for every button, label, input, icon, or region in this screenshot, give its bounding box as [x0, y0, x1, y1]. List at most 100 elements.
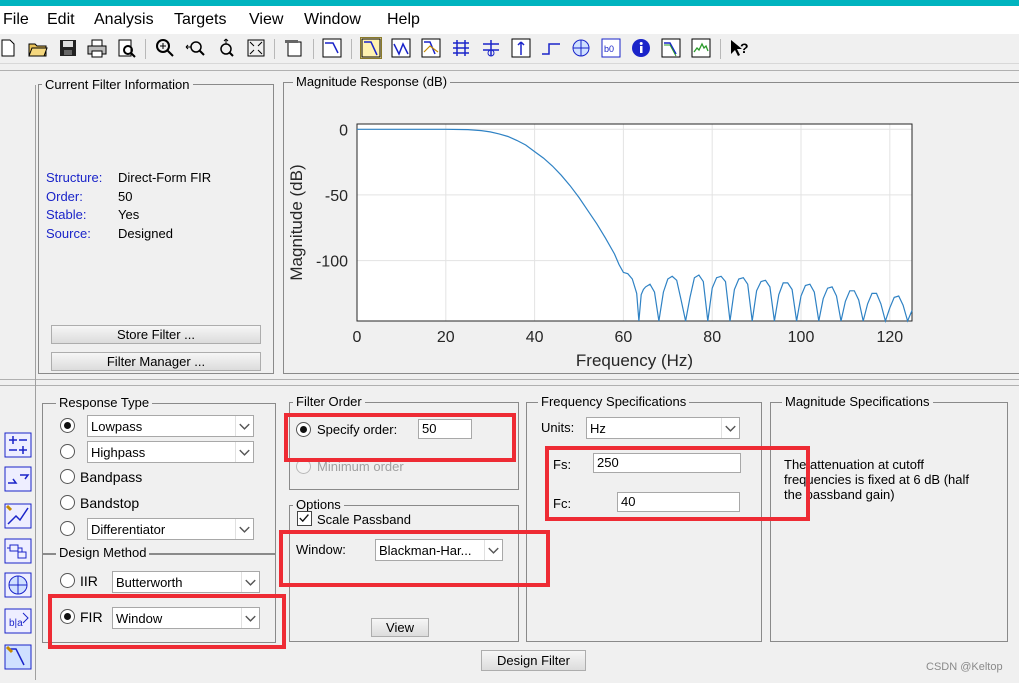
save-icon[interactable]: [58, 38, 78, 58]
roundoff-noise-icon[interactable]: [691, 38, 711, 58]
x-axis-label: Frequency (Hz): [576, 351, 693, 370]
scale-passband-checkbox[interactable]: [297, 511, 312, 526]
scale-passband-label: Scale Passband: [317, 512, 411, 527]
magnitude-response-icon[interactable]: [360, 37, 382, 59]
zoom-x-icon[interactable]: [185, 38, 205, 58]
impulse-response-icon[interactable]: [511, 38, 531, 58]
magnitude-phase-icon[interactable]: [421, 38, 441, 58]
x-tick-label: 100: [788, 329, 815, 346]
open-icon[interactable]: [28, 38, 48, 58]
chevron-down-icon: [235, 442, 250, 462]
store-filter-button[interactable]: Store Filter ...: [51, 325, 261, 344]
differentiator-value: Differentiator: [91, 522, 166, 537]
svg-text:b0: b0: [604, 44, 614, 54]
multirate-design-icon[interactable]: [3, 643, 33, 671]
menu-edit[interactable]: Edit: [47, 11, 75, 29]
whats-this-icon[interactable]: ?: [729, 38, 749, 58]
magnitude-response-chart: 0 20 40 60 80 100 120 0 -50 -100 Frequency (Hz) M…: [287, 122, 913, 370]
order-value: 50: [118, 189, 133, 204]
phase-response-icon[interactable]: [391, 38, 411, 58]
magnitude-response-title: Magnitude Response (dB): [293, 74, 451, 89]
watermark-text: CSDN @Keltop: [926, 661, 1003, 673]
lowpass-combo[interactable]: Lowpass: [87, 415, 254, 437]
design-filter-button[interactable]: Design Filter: [481, 650, 586, 671]
pole-zero-editor-icon[interactable]: [3, 571, 33, 599]
y-tick-label: 0: [339, 122, 348, 139]
structure-value: Direct-Form FIR: [118, 170, 212, 185]
chevron-down-icon: [241, 572, 256, 592]
menu-help[interactable]: Help: [387, 11, 420, 29]
toolbar: b0 ?: [0, 34, 1019, 64]
chevron-down-icon: [721, 418, 736, 438]
full-view-icon[interactable]: [246, 38, 266, 58]
source-value: Designed: [118, 226, 173, 241]
menu-view[interactable]: View: [249, 11, 283, 29]
new-window-icon[interactable]: [283, 38, 303, 58]
phase-delay-icon[interactable]: [481, 38, 501, 58]
divider-middle: [0, 379, 1019, 380]
x-tick-label: 40: [526, 329, 544, 346]
iir-method-combo[interactable]: Butterworth: [112, 571, 260, 593]
options-title: Options: [293, 497, 344, 512]
svg-text:?: ?: [740, 40, 749, 56]
stable-label: Stable:: [46, 207, 87, 222]
bandstop-radio[interactable]: [60, 495, 75, 510]
units-value: Hz: [590, 421, 606, 436]
coefficients-icon[interactable]: b0: [601, 38, 621, 58]
print-preview-icon[interactable]: [116, 38, 136, 58]
magnitude-specs-text-line-2: frequencies is fixed at 6 dB (half: [784, 472, 969, 487]
filter-info-icon[interactable]: [631, 38, 651, 58]
toolbar-separator: [274, 39, 275, 59]
toolbar-separator: [351, 39, 352, 59]
highpass-radio[interactable]: [60, 444, 75, 459]
units-combo[interactable]: Hz: [586, 417, 740, 439]
response-type-title: Response Type: [56, 395, 153, 410]
highlight-box-window: [279, 530, 550, 587]
current-filter-info-title: Current Filter Information: [42, 77, 193, 92]
x-tick-label: 80: [703, 329, 721, 346]
divider-top: [0, 70, 1019, 71]
design-filter-icon[interactable]: [3, 431, 33, 459]
chart-grid: [357, 124, 912, 321]
iir-label: IIR: [80, 573, 98, 589]
divider-middle-2: [0, 385, 1019, 386]
step-response-icon[interactable]: [541, 38, 561, 58]
new-icon[interactable]: [0, 38, 18, 58]
bandpass-label: Bandpass: [80, 469, 143, 485]
import-filter-icon[interactable]: b|a: [3, 607, 33, 635]
checkmark-icon: [299, 514, 309, 523]
zoom-in-icon[interactable]: [155, 38, 175, 58]
sidebar-divider: [35, 85, 36, 680]
transform-filter-icon[interactable]: [3, 465, 33, 493]
chevron-down-icon: [235, 416, 250, 436]
y-tick-label: -50: [325, 188, 348, 205]
menu-bar: File Edit Analysis Targets View Window H…: [0, 6, 1019, 34]
iir-radio[interactable]: [60, 573, 75, 588]
y-tick-label: -100: [316, 254, 348, 271]
structure-label: Structure:: [46, 170, 103, 185]
bandpass-radio[interactable]: [60, 469, 75, 484]
view-window-button[interactable]: View: [371, 618, 429, 637]
set-quantization-icon[interactable]: [3, 502, 33, 530]
x-tick-label: 20: [437, 329, 455, 346]
chevron-down-icon: [235, 519, 250, 539]
print-icon[interactable]: [87, 38, 107, 58]
zoom-y-icon[interactable]: [216, 38, 236, 58]
lowpass-radio[interactable]: [60, 418, 75, 433]
highpass-combo[interactable]: Highpass: [87, 441, 254, 463]
differentiator-radio[interactable]: [60, 521, 75, 536]
menu-file[interactable]: File: [3, 11, 29, 29]
menu-targets[interactable]: Targets: [174, 11, 226, 29]
filter-spec-icon[interactable]: [322, 38, 342, 58]
pole-zero-icon[interactable]: [571, 38, 591, 58]
differentiator-combo[interactable]: Differentiator: [87, 518, 254, 540]
magnitude-estimate-icon[interactable]: [661, 38, 681, 58]
highpass-value: Highpass: [91, 445, 146, 460]
magnitude-specs-title: Magnitude Specifications: [782, 394, 933, 409]
realize-model-icon[interactable]: [3, 537, 33, 565]
group-delay-icon[interactable]: [451, 38, 471, 58]
menu-window[interactable]: Window: [304, 11, 361, 29]
filter-manager-button[interactable]: Filter Manager ...: [51, 352, 261, 371]
units-label: Units:: [541, 420, 575, 435]
menu-analysis[interactable]: Analysis: [94, 11, 154, 29]
